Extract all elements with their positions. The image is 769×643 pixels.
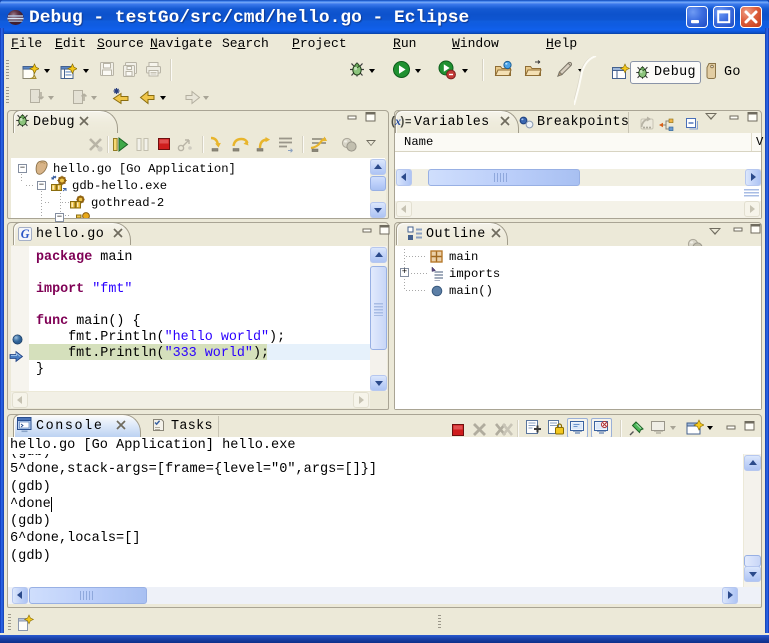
svg-text:G: G bbox=[21, 227, 30, 241]
svg-text:=: = bbox=[405, 116, 411, 128]
svg-text:): ) bbox=[401, 116, 405, 128]
